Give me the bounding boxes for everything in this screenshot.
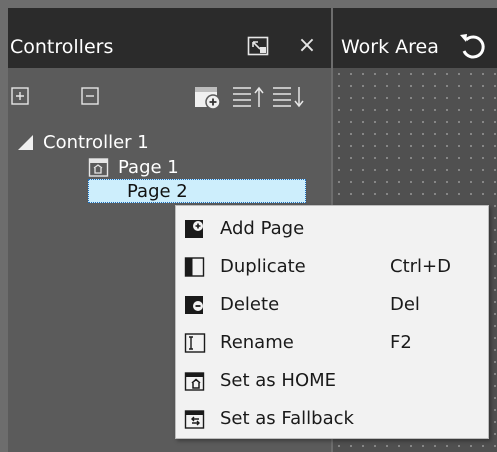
window-frame xyxy=(0,0,497,8)
menu-item-shortcut: Ctrl+D xyxy=(390,256,451,277)
controllers-panel-header: Controllers × xyxy=(8,8,331,68)
menu-item-label: Delete xyxy=(220,294,280,315)
add-page-icon[interactable] xyxy=(193,84,223,110)
menu-item-rename[interactable]: Rename F2 xyxy=(176,324,488,361)
menu-item-set-home[interactable]: Set as HOME xyxy=(176,362,488,399)
menu-item-delete[interactable]: Delete Del xyxy=(176,286,488,323)
controllers-panel-title: Controllers xyxy=(10,36,114,58)
close-icon[interactable]: × xyxy=(294,33,320,58)
rename-icon xyxy=(184,332,206,354)
tree-item-page-1[interactable]: Page 1 xyxy=(88,155,179,179)
expanded-triangle-icon[interactable] xyxy=(18,134,33,150)
set-fallback-icon xyxy=(184,408,206,430)
menu-item-label: Add Page xyxy=(220,218,305,239)
tree-item-label: Page 2 xyxy=(127,180,188,202)
delete-icon xyxy=(184,294,206,316)
add-page-icon xyxy=(184,218,206,240)
menu-item-label: Set as Fallback xyxy=(220,408,354,429)
tree-item-controller[interactable]: Controller 1 xyxy=(18,130,149,154)
undo-icon[interactable] xyxy=(457,31,487,61)
menu-item-set-fallback[interactable]: Set as Fallback xyxy=(176,400,488,437)
tree-item-page-2[interactable]: Page 2 xyxy=(88,179,306,203)
context-menu: Add Page Duplicate Ctrl+D Delete Del Ren… xyxy=(175,205,489,439)
duplicate-icon xyxy=(184,256,206,278)
controllers-toolbar xyxy=(8,68,331,122)
collapse-all-icon[interactable] xyxy=(81,87,99,105)
work-area-title: Work Area xyxy=(341,36,439,58)
tree-item-label: Page 1 xyxy=(118,156,179,178)
move-down-icon[interactable] xyxy=(271,84,307,110)
move-up-icon[interactable] xyxy=(231,84,267,110)
menu-item-label: Set as HOME xyxy=(220,370,337,391)
set-home-icon xyxy=(184,370,206,392)
tree-item-label: Controller 1 xyxy=(43,131,149,153)
menu-item-label: Rename xyxy=(220,332,294,353)
home-page-icon xyxy=(88,156,110,178)
menu-item-add-page[interactable]: Add Page xyxy=(176,210,488,247)
pin-window-icon[interactable] xyxy=(245,34,271,58)
menu-item-duplicate[interactable]: Duplicate Ctrl+D xyxy=(176,248,488,285)
menu-item-label: Duplicate xyxy=(220,256,306,277)
work-area-header: Work Area xyxy=(333,8,497,68)
menu-item-shortcut: F2 xyxy=(390,332,412,353)
expand-all-icon[interactable] xyxy=(11,87,29,105)
menu-item-shortcut: Del xyxy=(390,294,420,315)
